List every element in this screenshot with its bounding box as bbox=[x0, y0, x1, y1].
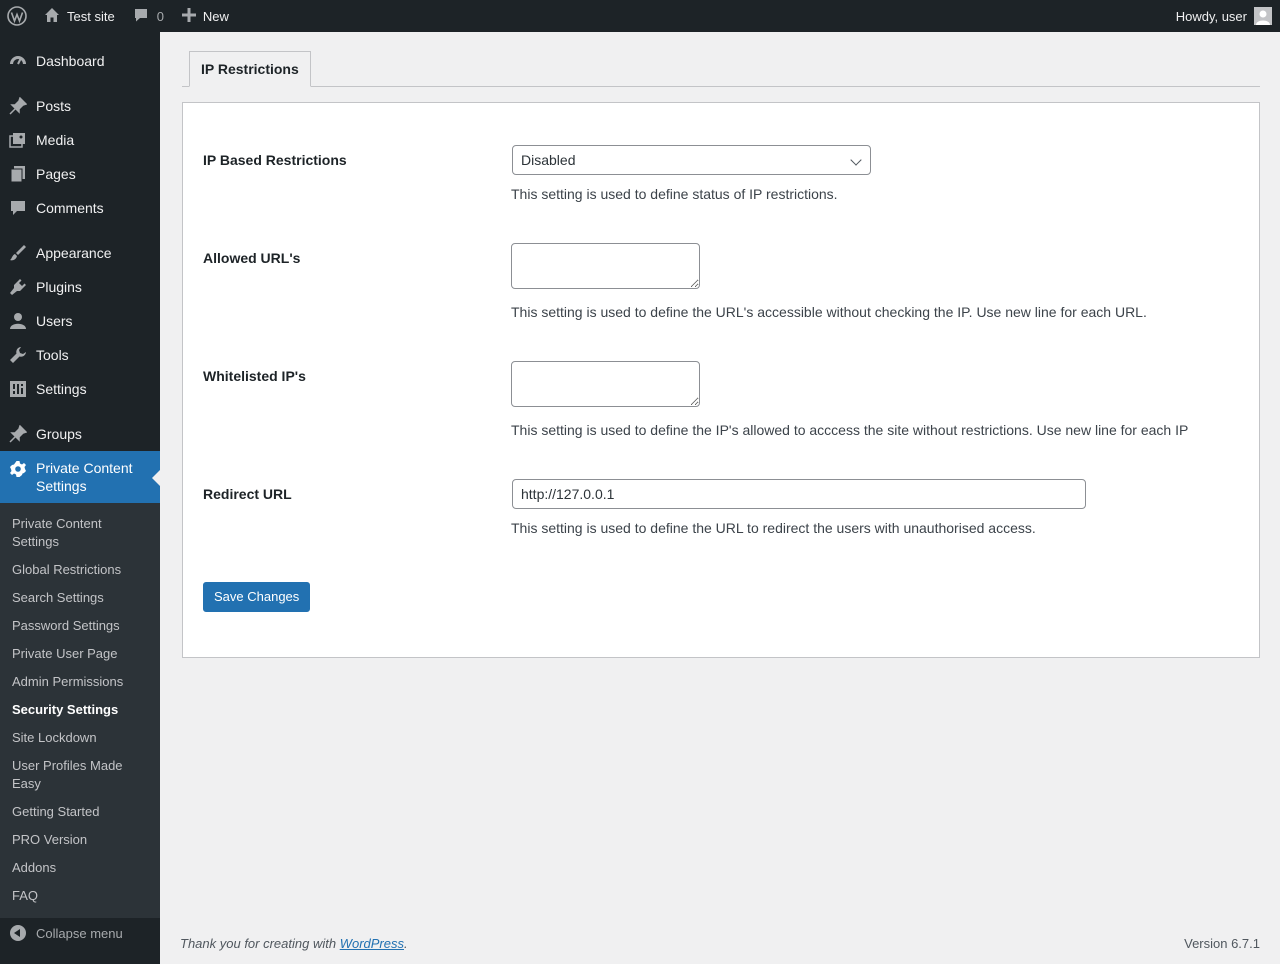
sidebar-item-label: Posts bbox=[36, 98, 72, 114]
avatar bbox=[1254, 7, 1272, 25]
wordpress-link[interactable]: WordPress bbox=[340, 936, 404, 951]
whitelisted-ips-textarea[interactable] bbox=[511, 361, 700, 407]
allowed-urls-description: This setting is used to define the URL's… bbox=[511, 304, 1147, 320]
sidebar-item-posts[interactable]: Posts bbox=[0, 95, 160, 117]
sidebar-item-label: Tools bbox=[36, 347, 69, 363]
submenu: Private Content Settings Global Restrict… bbox=[0, 503, 160, 918]
submenu-item-user-profiles-made-easy[interactable]: User Profiles Made Easy bbox=[12, 757, 132, 793]
submenu-item-getting-started[interactable]: Getting Started bbox=[12, 803, 152, 821]
sidebar-item-label: Groups bbox=[36, 426, 82, 442]
ip-restrictions-label: IP Based Restrictions bbox=[203, 152, 347, 168]
submenu-item-faq[interactable]: FAQ bbox=[12, 887, 152, 905]
ip-restrictions-description: This setting is used to define status of… bbox=[511, 186, 838, 202]
collapse-label: Collapse menu bbox=[36, 925, 123, 941]
sidebar-item-label: Media bbox=[36, 132, 75, 148]
sidebar-item-label: Appearance bbox=[36, 245, 112, 261]
my-account-link[interactable]: Howdy, user bbox=[1176, 0, 1272, 32]
admin-bar: Test site 0 New Howdy, user bbox=[0, 0, 1280, 32]
ip-restrictions-value: Disabled bbox=[521, 152, 576, 168]
media-icon bbox=[8, 130, 28, 150]
gear-icon bbox=[8, 459, 28, 479]
whitelisted-ips-label: Whitelisted IP's bbox=[203, 368, 306, 384]
submenu-item-private-user-page[interactable]: Private User Page bbox=[12, 645, 152, 663]
redirect-url-label: Redirect URL bbox=[203, 486, 292, 502]
sidebar-item-private-content-settings[interactable]: Private Content Settings bbox=[0, 451, 160, 503]
brush-icon bbox=[8, 243, 28, 263]
plus-icon bbox=[181, 7, 196, 25]
current-menu-arrow bbox=[152, 470, 160, 486]
footer-thanks-suffix: . bbox=[404, 936, 408, 951]
sidebar-item-label: Private Content Settings bbox=[36, 460, 133, 494]
sidebar-item-pages[interactable]: Pages bbox=[0, 163, 160, 185]
site-name-link[interactable]: Test site bbox=[44, 0, 115, 32]
submenu-item-addons[interactable]: Addons bbox=[12, 859, 152, 877]
footer-version: Version 6.7.1 bbox=[1184, 936, 1260, 951]
whitelisted-ips-description: This setting is used to define the IP's … bbox=[511, 422, 1189, 438]
sidebar-item-appearance[interactable]: Appearance bbox=[0, 242, 160, 264]
allowed-urls-textarea[interactable] bbox=[511, 243, 700, 289]
pin-icon bbox=[8, 96, 28, 116]
redirect-url-input[interactable] bbox=[512, 479, 1086, 509]
allowed-urls-label: Allowed URL's bbox=[203, 250, 301, 266]
footer-thanks-prefix: Thank you for creating with bbox=[180, 936, 340, 951]
home-icon bbox=[44, 7, 60, 26]
sidebar-item-plugins[interactable]: Plugins bbox=[0, 276, 160, 298]
new-label: New bbox=[202, 8, 229, 24]
collapse-icon bbox=[10, 925, 26, 941]
plug-icon bbox=[8, 277, 28, 297]
admin-menu: Dashboard Posts Media Pages Comments App… bbox=[0, 32, 160, 964]
ip-restrictions-select[interactable]: Disabled bbox=[512, 145, 871, 175]
redirect-url-description: This setting is used to define the URL t… bbox=[511, 520, 1036, 536]
sidebar-item-label: Dashboard bbox=[36, 53, 105, 69]
sidebar-item-tools[interactable]: Tools bbox=[0, 344, 160, 366]
user-icon bbox=[8, 311, 28, 331]
comments-count: 0 bbox=[156, 8, 164, 24]
sidebar-item-comments[interactable]: Comments bbox=[0, 197, 160, 219]
pages-icon bbox=[8, 164, 28, 184]
submenu-item-site-lockdown[interactable]: Site Lockdown bbox=[12, 729, 152, 747]
new-content-link[interactable]: New bbox=[181, 0, 229, 32]
submenu-item-security-settings[interactable]: Security Settings bbox=[12, 701, 152, 719]
comment-icon bbox=[133, 7, 149, 26]
submenu-item-password-settings[interactable]: Password Settings bbox=[12, 617, 152, 635]
pin-icon bbox=[8, 424, 28, 444]
tab-ip-restrictions[interactable]: IP Restrictions bbox=[189, 51, 311, 87]
howdy-label: Howdy, user bbox=[1175, 8, 1247, 24]
sidebar-item-media[interactable]: Media bbox=[0, 129, 160, 151]
submenu-item-admin-permissions[interactable]: Admin Permissions bbox=[12, 673, 152, 691]
sidebar-item-label: Settings bbox=[36, 381, 87, 397]
comments-link[interactable]: 0 bbox=[133, 0, 164, 32]
settings-panel: IP Based Restrictions Disabled This sett… bbox=[182, 102, 1260, 658]
submenu-item-pro-version[interactable]: PRO Version bbox=[12, 831, 152, 849]
sidebar-item-label: Pages bbox=[36, 166, 76, 182]
settings-icon bbox=[8, 379, 28, 399]
save-changes-button[interactable]: Save Changes bbox=[203, 582, 311, 612]
sidebar-item-dashboard[interactable]: Dashboard bbox=[0, 50, 160, 72]
submenu-item-global-restrictions[interactable]: Global Restrictions bbox=[12, 561, 152, 579]
nav-tab-wrapper: IP Restrictions bbox=[182, 51, 1260, 87]
wrench-icon bbox=[8, 345, 28, 365]
sidebar-item-label: Comments bbox=[36, 200, 104, 216]
sidebar-item-label: Plugins bbox=[36, 279, 82, 295]
comment-icon bbox=[8, 198, 28, 218]
collapse-menu-button[interactable]: Collapse menu bbox=[0, 922, 160, 944]
wordpress-logo-icon[interactable] bbox=[1, 0, 33, 32]
sidebar-item-users[interactable]: Users bbox=[0, 310, 160, 332]
sidebar-item-groups[interactable]: Groups bbox=[0, 423, 160, 445]
chevron-down-icon bbox=[850, 154, 862, 166]
submenu-item-private-content-settings[interactable]: Private Content Settings bbox=[12, 515, 152, 551]
sidebar-item-settings[interactable]: Settings bbox=[0, 378, 160, 400]
submenu-item-search-settings[interactable]: Search Settings bbox=[12, 589, 152, 607]
sidebar-item-label: Users bbox=[36, 313, 73, 329]
dashboard-icon bbox=[8, 51, 28, 71]
site-name-label: Test site bbox=[67, 8, 115, 24]
footer-thanks: Thank you for creating with WordPress. bbox=[180, 936, 408, 951]
